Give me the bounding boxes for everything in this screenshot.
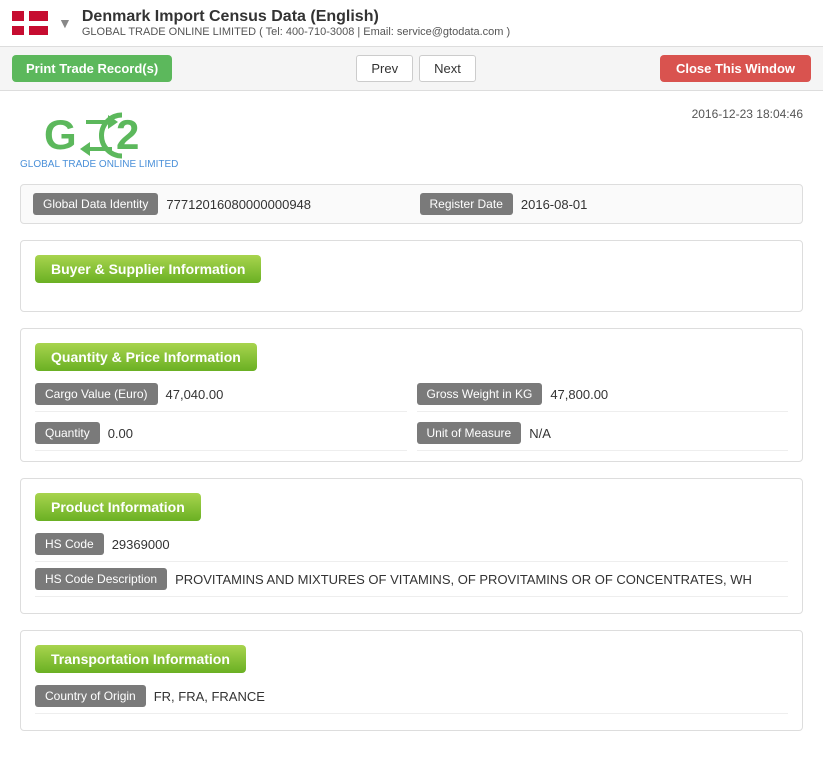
quantity-label: Quantity (35, 422, 100, 444)
transportation-header: Transportation Information (35, 645, 246, 673)
quantity-price-section: Quantity & Price Information Cargo Value… (20, 328, 803, 462)
quantity-price-header: Quantity & Price Information (35, 343, 257, 371)
buyer-supplier-header: Buyer & Supplier Information (35, 255, 261, 283)
buyer-supplier-section: Buyer & Supplier Information (20, 240, 803, 312)
identity-value: 77712016080000000948 (166, 197, 403, 212)
country-of-origin-value: FR, FRA, FRANCE (154, 689, 788, 704)
header-bar: ▼ Denmark Import Census Data (English) G… (0, 0, 823, 47)
dropdown-arrow-icon[interactable]: ▼ (58, 15, 72, 31)
country-of-origin-label: Country of Origin (35, 685, 146, 707)
hs-description-value: PROVITAMINS AND MIXTURES OF VITAMINS, OF… (175, 572, 788, 587)
quantity-row: Quantity 0.00 (35, 422, 407, 451)
company-name-logo: GLOBAL TRADE ONLINE LIMITED (20, 159, 178, 170)
country-of-origin-row: Country of Origin FR, FRA, FRANCE (35, 685, 788, 714)
identity-pair: Global Data Identity 7771201608000000094… (33, 193, 404, 215)
main-content: G 2 GLOBAL TRADE ONLINE LIMITED 2016-12-… (0, 91, 823, 763)
cargo-value-value: 47,040.00 (166, 387, 407, 402)
page-title: Denmark Import Census Data (English) (82, 8, 811, 26)
unit-of-measure-label: Unit of Measure (417, 422, 522, 444)
transportation-fields: Country of Origin FR, FRA, FRANCE (35, 685, 788, 714)
company-logo: G 2 GLOBAL TRADE ONLINE LIMITED (20, 107, 178, 170)
gross-weight-label: Gross Weight in KG (417, 383, 543, 405)
gross-weight-row: Gross Weight in KG 47,800.00 (417, 383, 789, 412)
denmark-flag-icon (12, 11, 48, 35)
hs-code-label: HS Code (35, 533, 104, 555)
toolbar: Print Trade Record(s) Prev Next Close Th… (0, 47, 823, 91)
hs-code-value: 29369000 (112, 537, 788, 552)
print-button[interactable]: Print Trade Record(s) (12, 55, 172, 82)
header-title-area: Denmark Import Census Data (English) GLO… (82, 8, 811, 38)
logo-row: G 2 GLOBAL TRADE ONLINE LIMITED 2016-12-… (20, 107, 803, 170)
identity-label: Global Data Identity (33, 193, 158, 215)
hs-description-row: HS Code Description PROVITAMINS AND MIXT… (35, 568, 788, 597)
register-value: 2016-08-01 (521, 197, 790, 212)
register-pair: Register Date 2016-08-01 (420, 193, 791, 215)
timestamp: 2016-12-23 18:04:46 (692, 107, 803, 121)
cargo-value-row: Cargo Value (Euro) 47,040.00 (35, 383, 407, 412)
hs-description-label: HS Code Description (35, 568, 167, 590)
close-button[interactable]: Close This Window (660, 55, 811, 82)
quantity-price-fields: Cargo Value (Euro) 47,040.00 Gross Weigh… (35, 383, 788, 451)
hs-code-row: HS Code 29369000 (35, 533, 788, 562)
register-label: Register Date (420, 193, 513, 215)
transportation-section: Transportation Information Country of Or… (20, 630, 803, 731)
quantity-value: 0.00 (108, 426, 407, 441)
unit-of-measure-row: Unit of Measure N/A (417, 422, 789, 451)
svg-text:G: G (44, 111, 77, 158)
global-data-row: Global Data Identity 7771201608000000094… (20, 184, 803, 224)
unit-of-measure-value: N/A (529, 426, 788, 441)
product-section: Product Information HS Code 29369000 HS … (20, 478, 803, 614)
cargo-value-label: Cargo Value (Euro) (35, 383, 158, 405)
product-fields: HS Code 29369000 HS Code Description PRO… (35, 533, 788, 597)
svg-text:2: 2 (116, 111, 139, 158)
next-button[interactable]: Next (419, 55, 476, 82)
prev-button[interactable]: Prev (356, 55, 413, 82)
page-subtitle: GLOBAL TRADE ONLINE LIMITED ( Tel: 400-7… (82, 26, 811, 38)
gross-weight-value: 47,800.00 (550, 387, 788, 402)
product-header: Product Information (35, 493, 201, 521)
gto-logo-icon: G 2 (34, 107, 164, 167)
